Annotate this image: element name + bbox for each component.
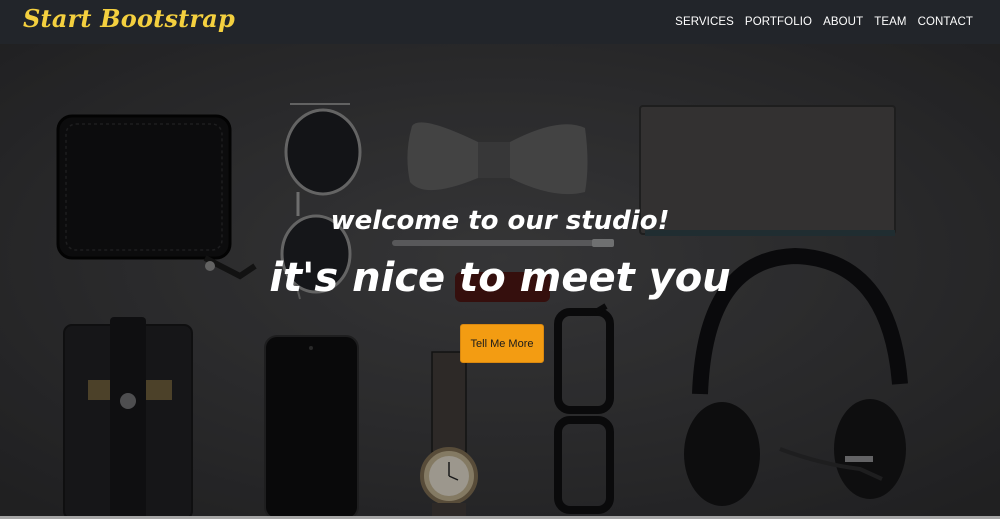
nav-link-contact[interactable]: CONTACT (918, 16, 973, 28)
hero-lead-text: welcome to our studio! (330, 206, 670, 236)
nav-link-services[interactable]: SERVICES (675, 16, 734, 28)
nav-link-about[interactable]: ABOUT (823, 16, 863, 28)
brand-logo[interactable]: Start Bootstrap (23, 4, 235, 33)
navbar: Start Bootstrap SERVICES PORTFOLIO ABOUT… (0, 0, 1000, 44)
nav-link-team[interactable]: TEAM (874, 16, 906, 28)
tell-me-more-button[interactable]: Tell Me More (460, 324, 544, 363)
hero-heading: it's nice to meet you (269, 255, 731, 301)
nav-links: SERVICES PORTFOLIO ABOUT TEAM CONTACT (675, 16, 973, 28)
nav-link-portfolio[interactable]: PORTFOLIO (745, 16, 812, 28)
